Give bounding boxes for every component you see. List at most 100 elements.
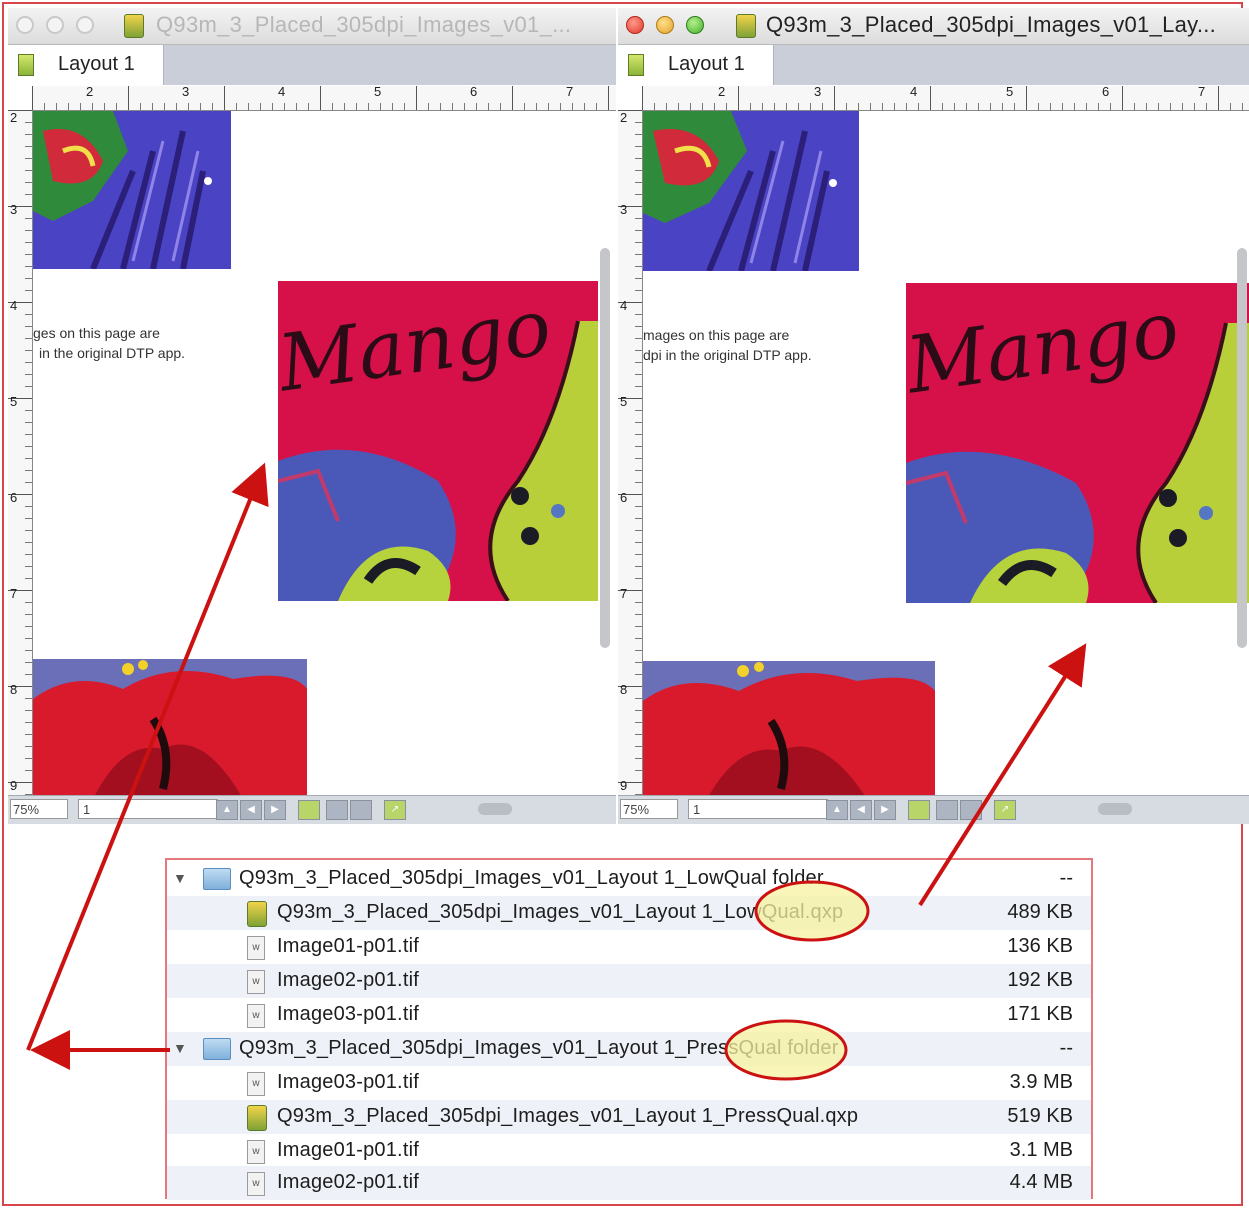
page-text-line-2: dpi in the original DTP app.: [643, 347, 812, 363]
file-name: Image01-p01.tif: [277, 935, 419, 957]
ruler-number: 6: [10, 490, 18, 505]
placed-image-top[interactable]: [643, 111, 859, 271]
ruler-number: 8: [620, 682, 628, 697]
arrow-tool-icon[interactable]: ↗: [994, 800, 1016, 820]
ruler-number: 7: [10, 586, 18, 601]
close-button[interactable]: [626, 16, 644, 34]
left-titlebar[interactable]: Q93m_3_Placed_305dpi_Images_v01_...: [8, 8, 616, 45]
page-number-field[interactable]: 1: [78, 799, 218, 819]
right-titlebar[interactable]: Q93m_3_Placed_305dpi_Images_v01_Lay...: [618, 8, 1249, 45]
view-mode-icon[interactable]: [298, 800, 320, 820]
left-traffic-lights: [16, 16, 94, 34]
horizontal-ruler[interactable]: 2 3 4 5 6 7: [32, 84, 616, 111]
page-number-field[interactable]: 1: [688, 799, 828, 819]
ruler-number: 3: [814, 84, 822, 99]
file-size: 519 KB: [1007, 1105, 1073, 1127]
disclosure-triangle-icon[interactable]: ▼: [173, 870, 187, 886]
file-name: Image03-p01.tif: [277, 1071, 419, 1093]
tif-file-icon: w: [247, 1072, 265, 1096]
quark-document-icon: [247, 1105, 267, 1131]
left-tabbar: Layout 1: [8, 45, 616, 85]
vertical-scrollbar[interactable]: [1237, 248, 1247, 648]
ruler-number: 6: [1102, 84, 1110, 99]
minimize-button[interactable]: [46, 16, 64, 34]
ruler-number: 9: [10, 778, 18, 793]
file-name: Q93m_3_Placed_305dpi_Images_v01_Layout 1…: [239, 1037, 839, 1059]
file-name: Q93m_3_Placed_305dpi_Images_v01_Layout 1…: [277, 1105, 859, 1127]
left-page-canvas[interactable]: ges on this page are in the original DTP…: [33, 111, 616, 796]
minimize-button[interactable]: [656, 16, 674, 34]
split-horizontal-icon[interactable]: [326, 800, 348, 820]
list-item[interactable]: ▼ Q93m_3_Placed_305dpi_Images_v01_Layout…: [167, 1032, 1091, 1066]
zoom-button[interactable]: [76, 16, 94, 34]
page-text-line-1: mages on this page are: [643, 327, 790, 343]
vertical-ruler[interactable]: 2 3 4 5 6 7 8 9: [8, 110, 33, 796]
list-item[interactable]: ▼ Q93m_3_Placed_305dpi_Images_v01_Layout…: [167, 862, 1091, 896]
list-item[interactable]: w Image02-p01.tif 4.4 MB: [167, 1166, 1091, 1200]
placed-image-mango[interactable]: Mango: [906, 283, 1249, 603]
horizontal-ruler[interactable]: 2 3 4 5 6 7: [642, 84, 1249, 111]
file-size: 489 KB: [1007, 901, 1073, 923]
tif-file-icon: w: [247, 1140, 265, 1164]
list-item[interactable]: w Image03-p01.tif 3.9 MB: [167, 1066, 1091, 1100]
placed-image-mango[interactable]: Mango: [278, 281, 598, 601]
file-name: Image03-p01.tif: [277, 1003, 419, 1025]
arrow-tool-icon[interactable]: ↗: [384, 800, 406, 820]
ruler-number: 4: [620, 298, 628, 313]
left-statusbar: 75% 1 ▲ ◀ ▶ ↗: [8, 795, 616, 824]
tab-layout-1[interactable]: Layout 1: [8, 45, 164, 85]
horizontal-scrollbar[interactable]: [1098, 803, 1132, 815]
zoom-button[interactable]: [686, 16, 704, 34]
split-vertical-icon[interactable]: [960, 800, 982, 820]
zoom-field[interactable]: 75%: [10, 799, 68, 819]
left-layout-window: Q93m_3_Placed_305dpi_Images_v01_... Layo…: [8, 8, 616, 824]
ruler-number: 3: [182, 84, 190, 99]
disclosure-triangle-icon[interactable]: ▼: [173, 1040, 187, 1056]
placed-image-flower[interactable]: [33, 659, 307, 796]
ruler-number: 7: [1198, 84, 1206, 99]
layout-icon: [628, 54, 644, 76]
ruler-number: 3: [10, 202, 18, 217]
tab-label: Layout 1: [668, 53, 745, 75]
right-page-canvas[interactable]: mages on this page are dpi in the origin…: [643, 111, 1249, 796]
prev-page-icon[interactable]: ◀: [850, 800, 872, 820]
ruler-number: 2: [620, 110, 628, 125]
list-item[interactable]: w Image02-p01.tif 192 KB: [167, 964, 1091, 998]
placed-image-top[interactable]: [33, 111, 231, 269]
prev-page-icon[interactable]: ◀: [240, 800, 262, 820]
list-item[interactable]: w Image01-p01.tif 136 KB: [167, 930, 1091, 964]
file-name: Image02-p01.tif: [277, 1171, 419, 1193]
file-size: 171 KB: [1007, 1003, 1073, 1025]
file-name: Image01-p01.tif: [277, 1139, 419, 1161]
list-item[interactable]: Q93m_3_Placed_305dpi_Images_v01_Layout 1…: [167, 896, 1091, 930]
right-tabbar: Layout 1: [618, 45, 1249, 85]
next-page-icon[interactable]: ▶: [874, 800, 896, 820]
zoom-field[interactable]: 75%: [620, 799, 678, 819]
list-item[interactable]: w Image03-p01.tif 171 KB: [167, 998, 1091, 1032]
split-horizontal-icon[interactable]: [936, 800, 958, 820]
file-name: Image02-p01.tif: [277, 969, 419, 991]
tab-label: Layout 1: [58, 53, 135, 75]
tab-layout-1[interactable]: Layout 1: [618, 45, 774, 85]
list-item[interactable]: Q93m_3_Placed_305dpi_Images_v01_Layout 1…: [167, 1100, 1091, 1134]
list-item[interactable]: w Image01-p01.tif 3.1 MB: [167, 1134, 1091, 1168]
vertical-scrollbar[interactable]: [600, 248, 610, 648]
page-up-icon[interactable]: ▲: [216, 800, 238, 820]
ruler-number: 7: [566, 84, 574, 99]
view-mode-icon[interactable]: [908, 800, 930, 820]
ruler-number: 6: [620, 490, 628, 505]
right-statusbar: 75% 1 ▲ ◀ ▶ ↗: [618, 795, 1249, 824]
ruler-number: 5: [1006, 84, 1014, 99]
layout-icon: [18, 54, 34, 76]
left-window-title: Q93m_3_Placed_305dpi_Images_v01_...: [156, 12, 572, 37]
ruler-number: 6: [470, 84, 478, 99]
split-vertical-icon[interactable]: [350, 800, 372, 820]
placed-image-flower[interactable]: [643, 661, 935, 796]
vertical-ruler[interactable]: 2 3 4 5 6 7 8 9: [618, 110, 643, 796]
file-size: 4.4 MB: [1009, 1171, 1073, 1193]
close-button[interactable]: [16, 16, 34, 34]
horizontal-scrollbar[interactable]: [478, 803, 512, 815]
ruler-number: 4: [278, 84, 286, 99]
page-up-icon[interactable]: ▲: [826, 800, 848, 820]
next-page-icon[interactable]: ▶: [264, 800, 286, 820]
